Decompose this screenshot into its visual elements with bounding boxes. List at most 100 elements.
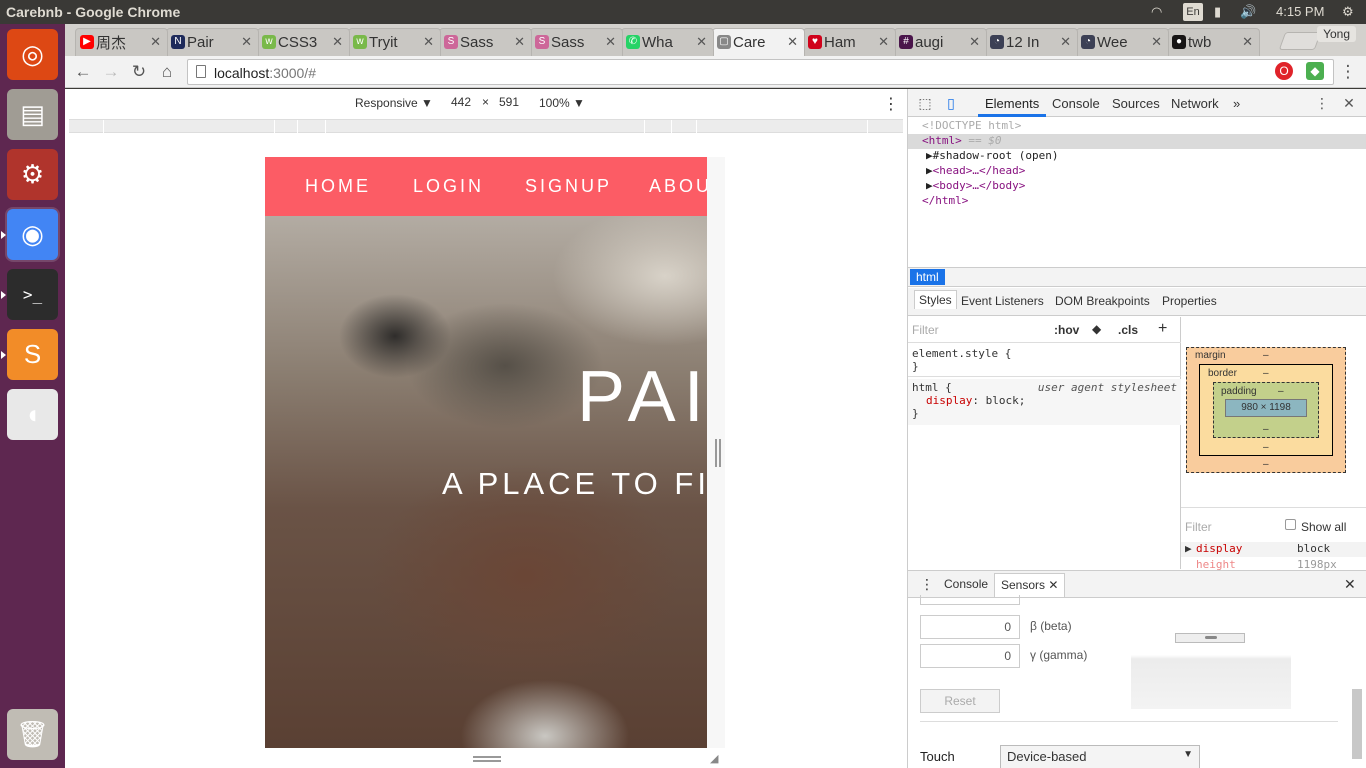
show-all-checkbox[interactable] [1285,519,1296,530]
inspect-icon[interactable]: ⬚ [916,94,934,112]
reset-button[interactable]: Reset [920,689,1000,713]
session-gear-icon[interactable]: ⚙ [1342,4,1354,20]
devtools-menu-icon[interactable]: ⋮ [1313,94,1331,112]
computed-filter-input[interactable]: Filter [1185,520,1212,534]
browser-tab[interactable]: S Sass ✕ [530,28,623,56]
beta-input[interactable]: 0 [920,615,1020,639]
browser-tab[interactable]: ◔ 12 In ✕ [985,28,1078,56]
tab-close-icon[interactable]: ✕ [423,34,434,50]
browser-tab[interactable]: S Sass ✕ [439,28,532,56]
browser-tab[interactable]: ◔ Wee ✕ [1076,28,1169,56]
mouse-settings-icon[interactable]: ◖ [7,389,58,440]
tab-console[interactable]: Console [1052,96,1100,111]
tab-close-icon[interactable]: ✕ [787,34,798,50]
browser-tab[interactable]: ● twb ✕ [1167,28,1260,56]
address-bar[interactable]: localhost:3000/# ☆ [187,59,1334,85]
tab-network[interactable]: Network [1171,96,1219,111]
devtools-close-icon[interactable]: ✕ [1340,94,1358,112]
tab-close-icon[interactable]: ✕ [332,34,343,50]
tab-dom-breakpoints[interactable]: DOM Breakpoints [1055,294,1150,308]
emulated-viewport[interactable]: HOME LOGIN SIGNUP ABOUT PAI A PLACE TO F… [265,157,707,748]
color-format-icon[interactable]: ◆ [1092,322,1101,336]
browser-tab[interactable]: w CSS3 ✕ [257,28,350,56]
computed-row-height[interactable]: height 1198px [1181,558,1366,570]
dom-html-close[interactable]: </html> [908,194,1366,209]
tab-close-icon[interactable]: ✕ [696,34,707,50]
home-icon[interactable]: ⌂ [156,61,178,83]
volume-icon[interactable]: 🔊 [1240,4,1256,20]
computed-row-display[interactable]: ▶ display block [1181,542,1366,557]
resize-handle-corner[interactable]: ◢ [710,752,722,765]
dom-doctype[interactable]: <!DOCTYPE html> [908,119,1366,134]
orientation-preview[interactable] [1131,605,1291,709]
nav-login[interactable]: LOGIN [413,176,484,197]
chrome-menu-icon[interactable]: ⋮ [1337,61,1359,83]
element-style-rule[interactable]: element.style { } [908,345,1181,377]
tab-close-icon[interactable]: ✕ [1242,34,1253,50]
ubuntu-dash-icon[interactable]: ◎ [7,29,58,80]
height-input[interactable]: 591 [499,95,519,109]
trash-icon[interactable]: 🗑 [7,709,58,760]
box-model-content[interactable]: 980 × 1198 [1225,399,1307,417]
dom-body-node[interactable]: ▶<body>…</body> [908,179,1366,194]
styles-filter-input[interactable]: Filter [912,323,939,337]
dom-shadow-root[interactable]: ▶#shadow-root (open) [908,149,1366,164]
tab-close-icon[interactable]: ✕ [150,34,161,50]
device-select[interactable]: Responsive ▼ [355,96,433,110]
forward-icon[interactable]: → [100,61,122,83]
touch-select[interactable]: Device-based ▼ [1000,745,1200,768]
keyboard-indicator[interactable]: En [1183,3,1203,21]
more-tabs-icon[interactable]: » [1233,96,1240,111]
nav-home[interactable]: HOME [305,176,371,197]
device-more-icon[interactable]: ⋮ [883,94,899,114]
browser-tab[interactable]: ✆ Wha ✕ [621,28,714,56]
width-input[interactable]: 442 [451,95,471,109]
hov-toggle[interactable]: :hov [1054,323,1079,337]
tab-sources[interactable]: Sources [1112,96,1160,111]
device-toggle-icon[interactable]: ▯ [942,94,960,112]
alpha-input-partial[interactable] [920,595,1020,605]
tab-elements[interactable]: Elements [985,96,1039,111]
browser-tab[interactable]: N Pair ✕ [166,28,259,56]
browser-tab[interactable]: ▶ 周杰 ✕ [75,28,168,56]
files-icon[interactable]: ▤ [7,89,58,140]
tab-close-icon[interactable]: ✕ [878,34,889,50]
cls-toggle[interactable]: .cls [1118,323,1138,337]
media-query-ruler[interactable] [69,119,903,134]
browser-tab[interactable]: ▢ Care ✕ [712,28,805,56]
sublime-text-icon[interactable]: S [7,329,58,380]
sensors-scrollbar[interactable] [1352,689,1362,759]
clock[interactable]: 4:15 PM [1276,4,1324,19]
system-settings-icon[interactable]: ⚙ [7,149,58,200]
extension-icon[interactable]: ◆ [1306,62,1324,80]
resize-handle-right[interactable] [715,439,721,467]
tab-close-icon[interactable]: ✕ [1151,34,1162,50]
drawer-tab-console[interactable]: Console [944,577,988,591]
breadcrumb-html[interactable]: html [910,269,945,285]
tab-event-listeners[interactable]: Event Listeners [961,294,1044,308]
reload-icon[interactable]: ↻ [128,61,150,83]
opera-extension-icon[interactable]: O [1275,62,1293,80]
terminal-icon[interactable]: >_ [7,269,58,320]
browser-tab[interactable]: w Tryit ✕ [348,28,441,56]
nav-about[interactable]: ABOUT [649,176,707,197]
browser-tab[interactable]: # augi ✕ [894,28,987,56]
dom-html-node[interactable]: <html> == $0 [908,134,1366,149]
tab-close-icon[interactable]: ✕ [241,34,252,50]
tab-close-icon[interactable]: ✕ [605,34,616,50]
tab-close-icon[interactable]: ✕ [514,34,525,50]
new-style-rule-icon[interactable]: + [1158,320,1167,338]
html-ua-rule[interactable]: html {user agent stylesheet display: blo… [908,379,1181,425]
back-icon[interactable]: ← [72,61,94,83]
tab-styles[interactable]: Styles [914,290,957,309]
tab-close-icon[interactable]: ✕ [1060,34,1071,50]
drawer-close-icon[interactable]: ✕ [1344,576,1356,593]
browser-tab[interactable]: ♥ Ham ✕ [803,28,896,56]
profile-button[interactable]: Yong [1317,26,1356,42]
wifi-icon[interactable]: ◠ [1151,4,1162,20]
dom-head-node[interactable]: ▶<head>…</head> [908,164,1366,179]
page-info-icon[interactable] [196,65,206,78]
resize-handle-bottom[interactable] [473,756,501,762]
tab-close-icon[interactable]: ✕ [969,34,980,50]
new-tab-button[interactable] [1278,32,1322,50]
